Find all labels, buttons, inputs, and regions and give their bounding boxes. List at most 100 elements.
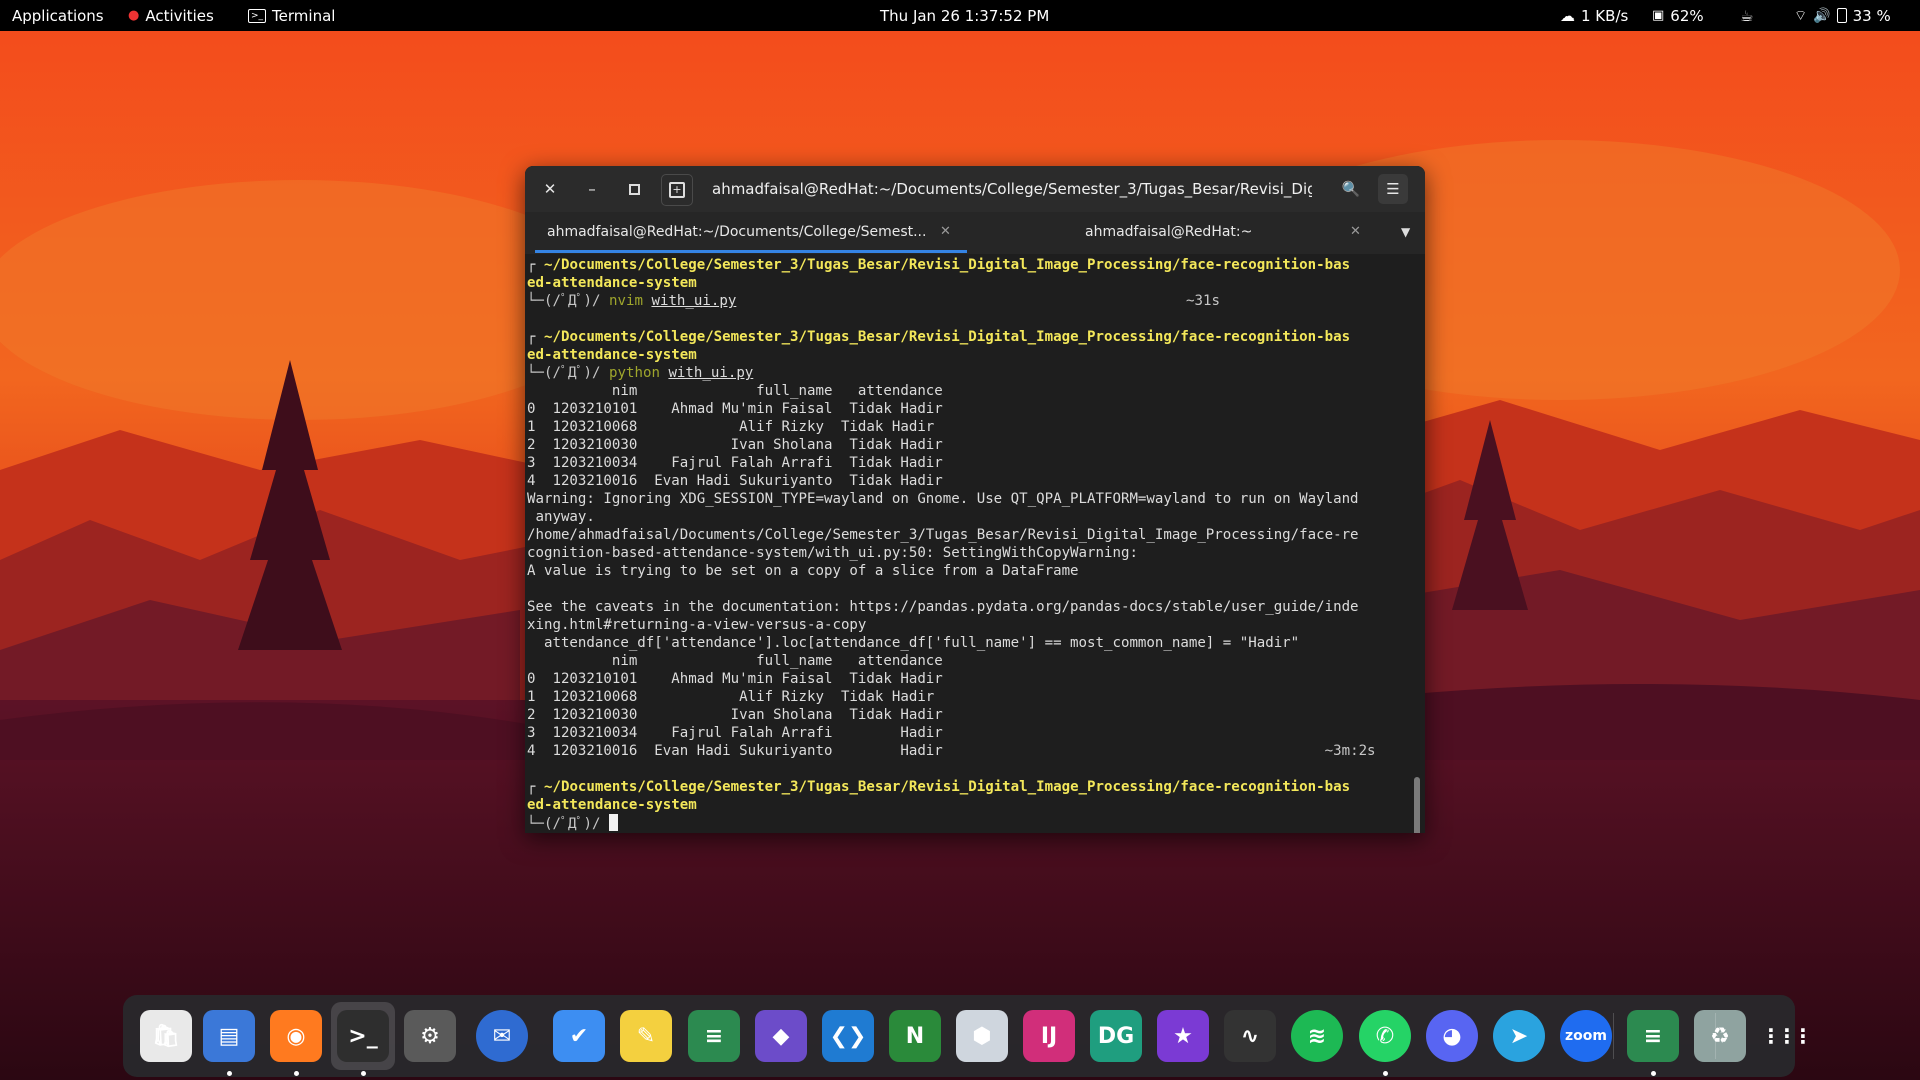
terminal-output[interactable]: ┌ ~/Documents/College/Semester_3/Tugas_B… — [525, 254, 1425, 833]
new-tab-button[interactable]: + — [661, 174, 693, 206]
applications-menu[interactable]: Applications — [12, 0, 104, 31]
tabs-dropdown-button[interactable]: ▼ — [1401, 212, 1417, 254]
prompt-line: └─ — [527, 293, 544, 309]
close-window-button[interactable]: ✕ — [535, 174, 565, 204]
running-indicator — [1383, 1071, 1388, 1076]
spotify-icon[interactable]: ≋ — [1291, 1010, 1343, 1062]
settings-icon[interactable]: ⚙ — [404, 1010, 456, 1062]
layers-app-icon[interactable]: ≡ — [688, 1010, 740, 1062]
command-name: nvim — [609, 293, 643, 309]
battery-icon — [1836, 8, 1847, 23]
applications-label: Applications — [12, 6, 104, 25]
cpu-label: 62% — [1670, 6, 1704, 25]
tab-bar: ahmadfaisal@RedHat:~/Documents/College/S… — [525, 212, 1425, 254]
prompt-path-cont: ed-attendance-system — [527, 797, 697, 813]
text-editor-icon[interactable]: ✎ — [620, 1010, 672, 1062]
network-speed-label: 1 KB/s — [1581, 6, 1629, 25]
prompt-corner: ┌ — [527, 329, 544, 345]
tab-primary[interactable]: ahmadfaisal@RedHat:~/Documents/College/S… — [547, 212, 967, 254]
terminal-window[interactable]: ✕ – + ahmadfaisal@RedHat:~/Documents/Col… — [525, 166, 1425, 833]
star-app-icon[interactable]: ★ — [1157, 1010, 1209, 1062]
terminal-header-bar[interactable]: ✕ – + ahmadfaisal@RedHat:~/Documents/Col… — [525, 166, 1425, 212]
text-cursor — [609, 814, 619, 831]
dock: 🛍 ▤ ◉ >_ ⚙ ✉ ✔ ✎ ≡ ◆ ❮❯ N ⬢ IJ DG ★ ∿ ≋ ✆ ◕ ➤ zoom ≡ ♻ ⋮⋮⋮ — [123, 995, 1813, 1077]
running-indicator — [361, 1071, 366, 1076]
firefox-icon[interactable]: ◉ — [270, 1010, 322, 1062]
prompt-corner: ┌ — [527, 779, 544, 795]
program-output: nim full_name attendance 0 1203210101 Ah… — [527, 383, 1359, 741]
new-tab-icon: + — [669, 182, 685, 198]
discord-icon[interactable]: ◕ — [1426, 1010, 1478, 1062]
window-title: ahmadfaisal@RedHat:~/Documents/College/S… — [712, 180, 1312, 198]
search-button[interactable]: 🔍 — [1336, 174, 1366, 204]
minimize-icon: – — [588, 180, 596, 198]
cpu-indicator[interactable]: ▣ 62% — [1652, 0, 1704, 31]
system-status-menu[interactable]: ⌔ 🔊 33 % — [1794, 0, 1891, 31]
dock-separator — [1613, 1013, 1614, 1059]
command-duration: ~31s — [1186, 293, 1220, 309]
activities-button[interactable]: ● Activities — [128, 0, 214, 31]
active-tab-indicator — [535, 250, 967, 253]
telegram-icon[interactable]: ➤ — [1493, 1010, 1545, 1062]
minimize-window-button[interactable]: – — [577, 174, 607, 204]
close-icon: ✕ — [543, 180, 557, 198]
dock-separator — [1715, 1013, 1716, 1059]
command-argument: with_ui.py — [668, 365, 754, 381]
show-apps-icon[interactable]: ⋮⋮⋮ — [1759, 1010, 1813, 1062]
prompt-path-cont: ed-attendance-system — [527, 275, 697, 291]
files-icon[interactable]: ▤ — [203, 1010, 255, 1062]
box-app-icon[interactable]: ⬢ — [956, 1010, 1008, 1062]
tab-secondary-label: ahmadfaisal@RedHat:~ — [1085, 224, 1253, 240]
cloud-upload-icon: ☁ — [1560, 6, 1575, 25]
tab-secondary[interactable]: ahmadfaisal@RedHat:~ ✕ — [1085, 212, 1385, 254]
top-bar: Applications ● Activities >_ Terminal Th… — [0, 0, 1920, 31]
prompt-kaomoji: (/ﾟДﾟ)/ — [543, 816, 601, 831]
menu-button[interactable]: ☰ — [1378, 174, 1408, 204]
running-indicator — [1651, 1071, 1656, 1076]
prompt-kaomoji: (/ﾟДﾟ)/ — [543, 365, 601, 381]
obsidian-icon[interactable]: ◆ — [755, 1010, 807, 1062]
prompt-path: ~/Documents/College/Semester_3/Tugas_Bes… — [543, 779, 1351, 795]
cpu-icon: ▣ — [1652, 8, 1665, 23]
terminal-icon[interactable]: >_ — [337, 1010, 389, 1062]
search-icon: 🔍 — [1341, 180, 1361, 198]
command-duration: ~3m:2s — [1324, 743, 1376, 759]
recycle-bin-icon[interactable]: ♻ — [1694, 1010, 1746, 1062]
clock[interactable]: Thu Jan 26 1:37:52 PM — [880, 0, 1049, 31]
caffeine-indicator[interactable]: ☕ — [1740, 0, 1753, 31]
whatsapp-icon[interactable]: ✆ — [1359, 1010, 1411, 1062]
chevron-down-icon: ▼ — [1401, 225, 1411, 239]
network-speed-indicator[interactable]: ☁ 1 KB/s — [1560, 0, 1628, 31]
running-indicator — [294, 1071, 299, 1076]
prompt-line: └─ — [527, 816, 544, 831]
datagrip-icon[interactable]: DG — [1090, 1010, 1142, 1062]
tab-close-icon[interactable]: ✕ — [1350, 212, 1361, 252]
vscode-icon[interactable]: ❮❯ — [822, 1010, 874, 1062]
mail-client-icon[interactable]: ✉ — [476, 1010, 528, 1062]
clock-label: Thu Jan 26 1:37:52 PM — [880, 6, 1050, 25]
tab-close-icon[interactable]: ✕ — [940, 212, 951, 252]
command-argument: with_ui.py — [651, 293, 737, 309]
maximize-icon — [628, 183, 640, 195]
software-store-icon[interactable]: 🛍 — [140, 1010, 192, 1062]
prompt-path: ~/Documents/College/Semester_3/Tugas_Bes… — [543, 257, 1351, 273]
zoom-icon[interactable]: zoom — [1560, 1010, 1612, 1062]
prompt-kaomoji: (/ﾟДﾟ)/ — [543, 293, 601, 309]
focused-app-menu[interactable]: >_ Terminal — [248, 0, 335, 31]
system-monitor-icon[interactable]: ∿ — [1224, 1010, 1276, 1062]
coffee-cup-icon: ☕ — [1740, 6, 1754, 25]
layers-app-2-icon[interactable]: ≡ — [1627, 1010, 1679, 1062]
maximize-window-button[interactable] — [619, 174, 649, 204]
program-output-last-row: 4 1203210016 Evan Hadi Sukuriyanto Hadir — [527, 743, 943, 759]
command-name: python — [609, 365, 660, 381]
tasks-icon[interactable]: ✔ — [553, 1010, 605, 1062]
prompt-line: └─ — [527, 365, 544, 381]
terminal-small-icon: >_ — [248, 8, 267, 23]
terminal-text: ┌ ~/Documents/College/Semester_3/Tugas_B… — [527, 256, 1407, 831]
intellij-icon[interactable]: IJ — [1023, 1010, 1075, 1062]
scrollbar[interactable] — [1414, 777, 1420, 833]
volume-icon: 🔊 — [1813, 7, 1831, 24]
prompt-path-cont: ed-attendance-system — [527, 347, 697, 363]
battery-label: 33 % — [1852, 6, 1891, 25]
neovim-icon[interactable]: N — [889, 1010, 941, 1062]
